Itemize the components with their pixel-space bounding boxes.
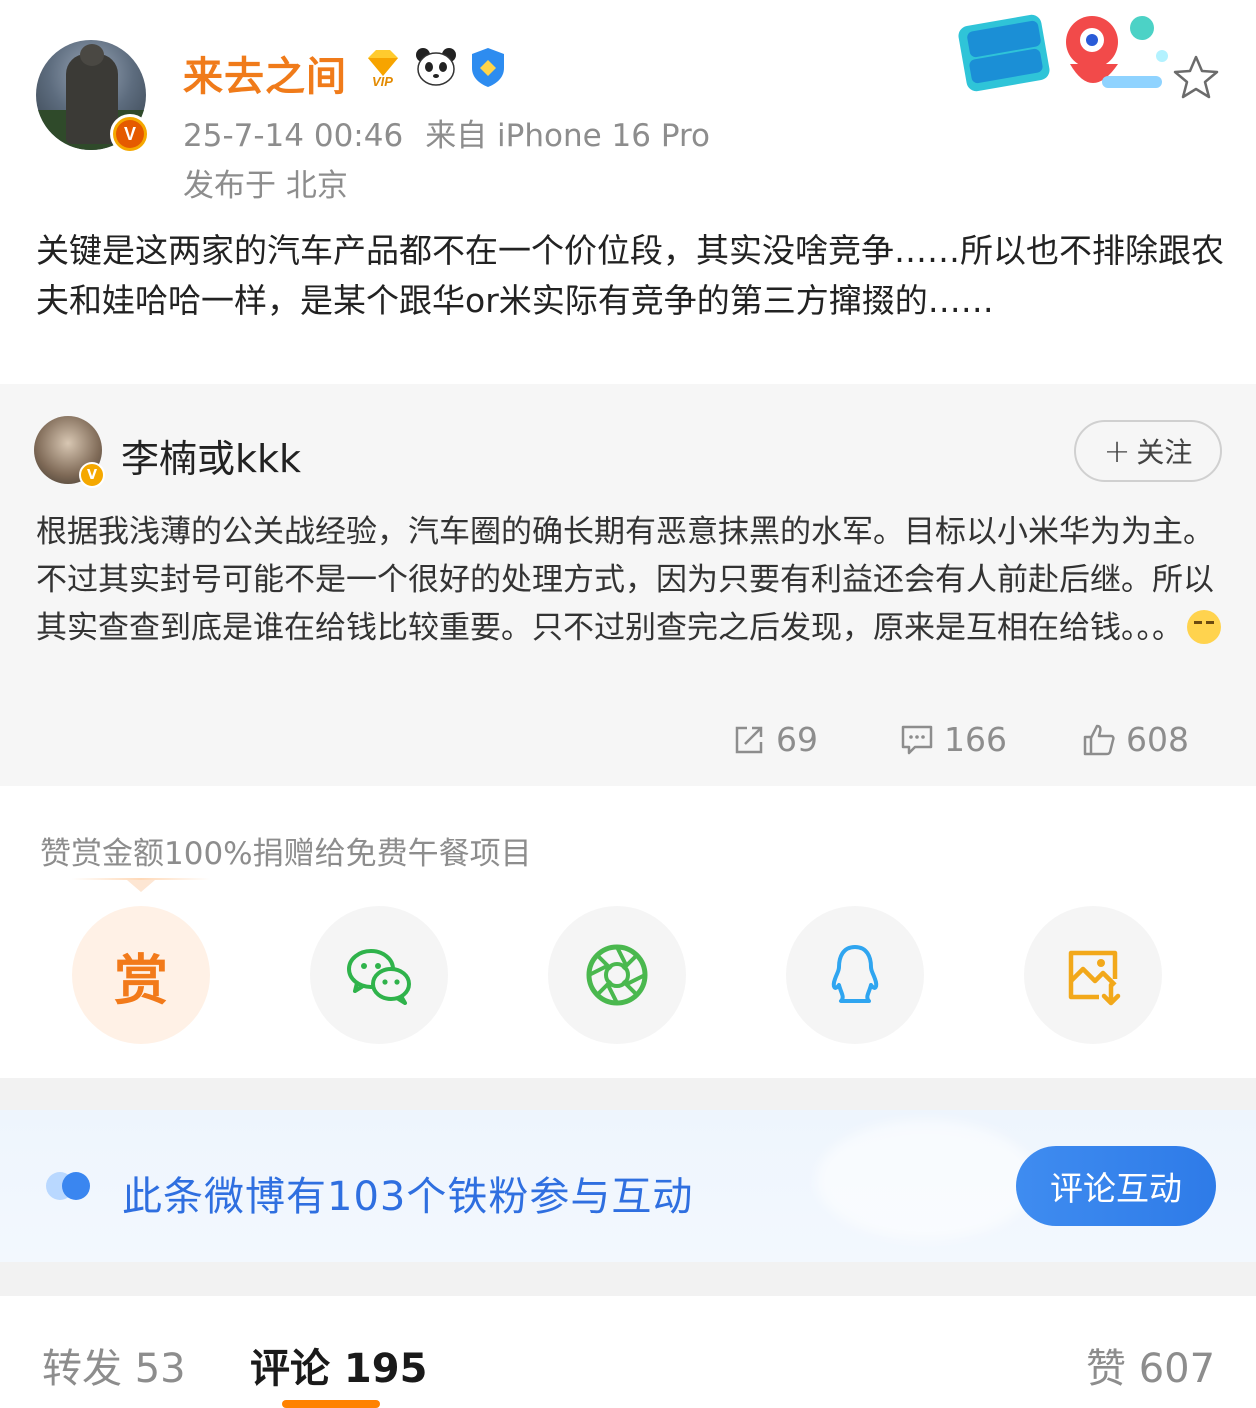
tab-reposts[interactable]: 转发 53 — [42, 1336, 186, 1394]
comment-count: 166 — [944, 720, 1007, 759]
post-header: V 来去之间 VIP 25-7-14 00:46 来自 iPhone 16 Pro… — [0, 0, 1256, 210]
shield-badge-icon[interactable] — [468, 46, 508, 88]
repost-verified-icon: V — [79, 462, 105, 488]
qq-penguin-icon — [831, 945, 879, 1003]
author-badges: VIP — [362, 46, 508, 88]
thumbs-up-icon — [1083, 724, 1115, 755]
share-row: 赏 — [0, 906, 1256, 1046]
smirk-emoji-icon — [1187, 610, 1221, 644]
reward-button[interactable]: 赏 — [72, 906, 210, 1044]
section-divider — [0, 1078, 1256, 1110]
svg-text:VIP: VIP — [372, 74, 393, 88]
verified-badge-icon: V — [110, 114, 150, 154]
active-tab-indicator — [282, 1400, 380, 1408]
share-qq-button[interactable] — [786, 906, 924, 1044]
repost-like-button[interactable]: 608 — [1082, 720, 1189, 759]
author-name[interactable]: 来去之间 — [183, 44, 347, 102]
comment-icon — [901, 725, 933, 754]
follow-button[interactable]: + 关注 — [1074, 420, 1222, 482]
favorite-star-icon[interactable] — [1172, 54, 1220, 100]
reward-label: 赏 — [114, 948, 168, 1012]
tab-comments[interactable]: 评论 195 — [250, 1336, 427, 1394]
repost-author-name[interactable]: 李楠或kkk — [121, 428, 301, 483]
panda-icon[interactable] — [414, 46, 458, 88]
post-location: 发布于 北京 — [183, 168, 348, 204]
post-source: 来自 iPhone 16 Pro — [425, 118, 711, 154]
plus-icon: + — [1103, 432, 1131, 470]
reward-pointer — [72, 878, 210, 892]
post-timestamp: 25-7-14 00:46 — [183, 118, 404, 154]
reward-note: 赞赏金额100%捐赠给免费午餐项目 — [40, 836, 532, 872]
post-meta: 25-7-14 00:46 来自 iPhone 16 Pro — [183, 110, 710, 155]
comment-interact-button[interactable]: 评论互动 — [1016, 1146, 1216, 1226]
repost-card[interactable]: V 李楠或kkk + 关注 根据我浅薄的公关战经验，汽车圈的确长期有恶意抹黑的水… — [0, 384, 1256, 786]
share-moments-button[interactable] — [548, 906, 686, 1044]
moments-aperture-icon — [586, 944, 648, 1006]
save-image-button[interactable] — [1024, 906, 1162, 1044]
wechat-icon — [347, 949, 411, 1005]
national-day-sticker-icon[interactable] — [952, 6, 1182, 106]
share-icon — [735, 726, 763, 753]
repost-share-button[interactable]: 69 — [732, 720, 818, 759]
repost-comment-button[interactable]: 166 — [900, 720, 1007, 759]
follow-label: 关注 — [1136, 436, 1193, 469]
like-count: 608 — [1126, 720, 1189, 759]
repost-actions: 69 166 608 — [0, 720, 1256, 764]
share-wechat-button[interactable] — [310, 906, 448, 1044]
post-tabs: 转发 53 评论 195 赞 607 — [0, 1296, 1256, 1408]
repost-text: 根据我浅薄的公关战经验，汽车圈的确长期有恶意抹黑的水军。目标以小米华为为主。不过… — [36, 508, 1222, 652]
repost-text-body: 根据我浅薄的公关战经验，汽车圈的确长期有恶意抹黑的水军。目标以小米华为为主。不过… — [36, 514, 1214, 646]
save-image-icon — [1068, 950, 1121, 1006]
tab-likes[interactable]: 赞 607 — [1086, 1336, 1215, 1394]
double-circle-icon — [46, 1172, 90, 1200]
vip-diamond-icon[interactable]: VIP — [362, 46, 404, 88]
iron-fans-banner[interactable]: 此条微博有103个铁粉参与互动 评论互动 — [0, 1110, 1256, 1262]
iron-fans-text: 此条微博有103个铁粉参与互动 — [122, 1174, 694, 1220]
section-divider — [0, 1262, 1256, 1296]
repost-count: 69 — [776, 720, 818, 759]
post-text: 关键是这两家的汽车产品都不在一个价位段，其实没啥竞争……所以也不排除跟农夫和娃哈… — [36, 231, 1224, 320]
